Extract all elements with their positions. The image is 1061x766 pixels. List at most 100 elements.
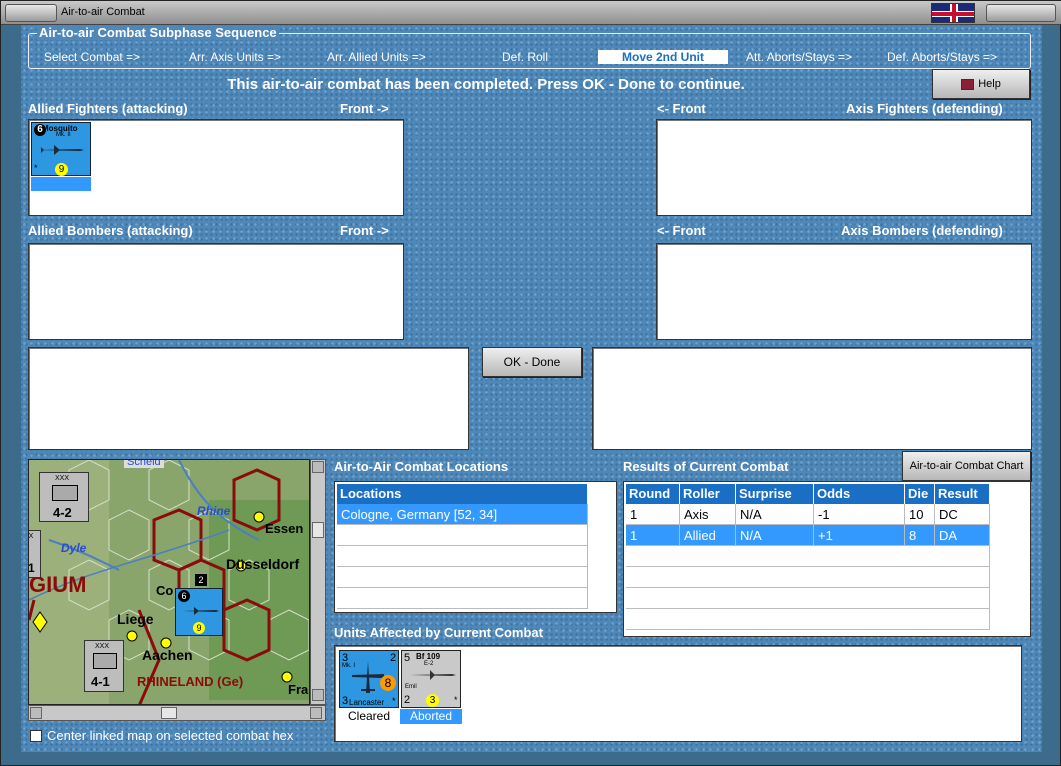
infantry-symbol-icon bbox=[93, 653, 117, 669]
scroll-down-icon[interactable] bbox=[312, 689, 324, 701]
step-def-roll: Def. Roll bbox=[502, 50, 549, 64]
bf109-left-bottom: 2 bbox=[404, 694, 411, 706]
step-arr-allied: Arr. Allied Units => bbox=[327, 50, 426, 64]
aircraft-icon bbox=[38, 145, 84, 155]
col-die: Die bbox=[905, 484, 935, 504]
cell-die: 10 bbox=[905, 504, 935, 525]
map-label-essen: Essen bbox=[265, 521, 304, 536]
subphase-sequence: Air-to-air Combat Subphase Sequence Sele… bbox=[28, 25, 1031, 69]
unit-model: Mk. II bbox=[56, 132, 71, 138]
center-map-label: Center linked map on selected combat hex bbox=[47, 728, 294, 743]
map-vertical-scrollbar[interactable] bbox=[310, 459, 326, 705]
cell-odds: -1 bbox=[814, 504, 905, 525]
allied-fighters-label: Allied Fighters (attacking) bbox=[28, 101, 188, 116]
empty-row bbox=[626, 588, 990, 609]
sequence-legend: Air-to-air Combat Subphase Sequence bbox=[37, 25, 279, 40]
title-bar: Air-to-air Combat bbox=[1, 1, 1061, 25]
unit-size-xxx-2: XXX bbox=[95, 643, 110, 650]
map-fighter-strength: 6 bbox=[178, 590, 190, 602]
unit-size-xxx: XXX bbox=[55, 475, 70, 482]
lancaster-range: 8 bbox=[380, 675, 396, 691]
window-frame: Air-to-air Combat Air-to-air Combat Subp… bbox=[0, 0, 1061, 766]
system-menu-button[interactable] bbox=[5, 4, 57, 22]
unit-strength-minus-1: -1 bbox=[28, 561, 35, 575]
location-row-empty bbox=[337, 588, 588, 609]
step-def-aborts: Def. Aborts/Stays => bbox=[887, 50, 998, 64]
map-label-co: Co bbox=[156, 583, 174, 598]
unit-strength-4-2: 4-2 bbox=[53, 505, 72, 520]
mosquito-counter[interactable]: 6 Mosquito Mk. II 9 * bbox=[31, 122, 91, 176]
affected-units-box[interactable]: 3 2 Mk. I 8 3 Lancaster * Cleared 5 Bf 1… bbox=[334, 645, 1022, 742]
axis-info-box bbox=[592, 347, 1032, 450]
help-label: Help bbox=[978, 78, 1001, 90]
lancaster-status: Cleared bbox=[347, 709, 391, 723]
map-horizontal-scrollbar[interactable] bbox=[28, 705, 326, 721]
horizontal-scroll-thumb[interactable] bbox=[161, 707, 177, 719]
cell-round: 1 bbox=[626, 504, 680, 525]
cell-die: 8 bbox=[905, 525, 935, 546]
map-unit-counter-1[interactable]: XXX 4-2 bbox=[39, 472, 89, 522]
bf109-sub: Emil bbox=[405, 684, 417, 690]
allied-bombers-box[interactable] bbox=[28, 243, 404, 340]
cell-round: 1 bbox=[626, 525, 680, 546]
col-odds: Odds bbox=[814, 484, 905, 504]
map-label-liege: Liege bbox=[117, 611, 154, 627]
help-button[interactable]: Help bbox=[932, 69, 1030, 99]
lancaster-counter[interactable]: 3 2 Mk. I 8 3 Lancaster * bbox=[339, 650, 399, 708]
cell-roller: Axis bbox=[680, 504, 736, 525]
front-label-3: Front -> bbox=[340, 223, 389, 238]
scroll-right-icon[interactable] bbox=[310, 707, 322, 719]
lancaster-right-top: 2 bbox=[390, 652, 397, 664]
col-round: Round bbox=[626, 484, 680, 504]
affected-title: Units Affected by Current Combat bbox=[334, 625, 543, 640]
unit-range: 9 bbox=[55, 163, 68, 176]
locations-table[interactable]: Locations Cologne, Germany [52, 34] bbox=[334, 481, 617, 613]
main-panel: Air-to-air Combat Subphase Sequence Sele… bbox=[21, 25, 1042, 752]
col-surprise: Surprise bbox=[736, 484, 814, 504]
infantry-symbol-icon bbox=[52, 485, 78, 501]
empty-row bbox=[626, 546, 990, 567]
cell-result: DA bbox=[935, 525, 990, 546]
bomber-icon bbox=[352, 661, 384, 693]
map-label-rhine: Rhine bbox=[197, 504, 231, 518]
allied-info-box bbox=[28, 347, 469, 450]
linked-map[interactable]: Rhine Essen Dyle Düsseldorf GIUM Co Lieg… bbox=[28, 459, 310, 705]
map-unit-counter-2[interactable]: XX -1 bbox=[28, 530, 41, 578]
ok-done-button[interactable]: OK - Done bbox=[482, 347, 582, 377]
close-button[interactable] bbox=[986, 4, 1056, 22]
selected-unit-highlight bbox=[31, 177, 91, 191]
scroll-left-icon[interactable] bbox=[30, 707, 42, 719]
cell-result: DC bbox=[935, 504, 990, 525]
center-map-checkbox[interactable] bbox=[30, 730, 42, 742]
map-label-scheldt: Scheld bbox=[124, 460, 164, 468]
location-row-1[interactable]: Cologne, Germany [52, 34] bbox=[337, 504, 588, 525]
axis-bombers-label: Axis Bombers (defending) bbox=[841, 223, 1003, 238]
cell-roller: Allied bbox=[680, 525, 736, 546]
center-map-option[interactable]: Center linked map on selected combat hex bbox=[28, 727, 326, 745]
lancaster-name: Lancaster bbox=[349, 698, 385, 707]
scroll-up-icon[interactable] bbox=[312, 461, 324, 473]
cell-surprise: N/A bbox=[736, 504, 814, 525]
bf109-left-top: 5 bbox=[404, 652, 411, 664]
axis-bombers-box[interactable] bbox=[656, 243, 1032, 340]
results-title: Results of Current Combat bbox=[623, 459, 789, 474]
map-unit-counter-3[interactable]: XXX 4-1 bbox=[84, 640, 124, 692]
vertical-scroll-thumb[interactable] bbox=[312, 522, 324, 538]
allied-fighters-box[interactable]: 6 Mosquito Mk. II 9 * bbox=[28, 119, 404, 216]
front-label-2: <- Front bbox=[657, 101, 706, 116]
lancaster-left-bottom: 3 bbox=[342, 695, 349, 707]
lancaster-asterisk: * bbox=[392, 696, 396, 706]
bf109-range: 3 bbox=[426, 694, 439, 707]
axis-fighters-label: Axis Fighters (defending) bbox=[846, 101, 1003, 116]
cell-odds: +1 bbox=[814, 525, 905, 546]
map-mosquito-counter[interactable]: 6 9 bbox=[175, 588, 223, 636]
step-select-combat: Select Combat => bbox=[44, 50, 141, 64]
axis-fighters-box[interactable] bbox=[656, 119, 1032, 216]
bf109-counter[interactable]: 5 Bf 109 E-2 Emil 2 3 * bbox=[401, 650, 461, 708]
uk-flag-icon bbox=[931, 3, 975, 23]
bf109-model: E-2 bbox=[424, 661, 434, 667]
combat-chart-button[interactable]: Air-to-air Combat Chart bbox=[902, 451, 1031, 481]
step-att-aborts: Att. Aborts/Stays => bbox=[746, 50, 853, 64]
unit-size-xx: XX bbox=[28, 533, 34, 540]
results-table[interactable]: Round Roller Surprise Odds Die Result 1 … bbox=[623, 481, 1031, 637]
